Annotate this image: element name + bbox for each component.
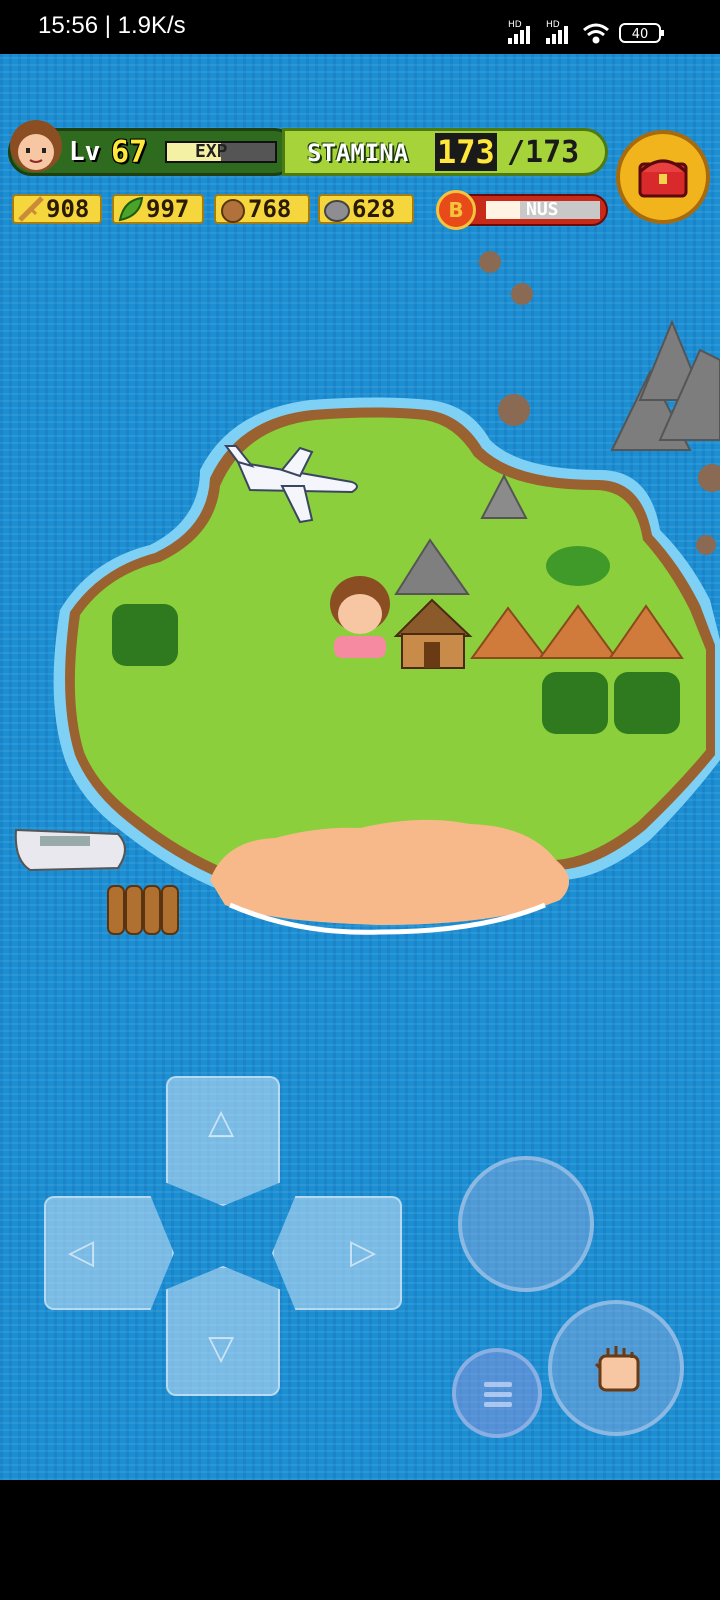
resource-wood-value: 908 xyxy=(46,195,90,223)
stamina-current: 173 xyxy=(435,133,497,171)
bonus-bar[interactable]: B NUS xyxy=(436,190,608,230)
dirt-mounds xyxy=(470,604,684,659)
stone-icon xyxy=(324,200,350,222)
battery-level: 40 xyxy=(632,27,649,42)
dpad-down[interactable]: ▽ xyxy=(166,1266,280,1396)
wood-stick-icon xyxy=(18,196,44,222)
dpad-up[interactable]: △ xyxy=(166,1076,280,1206)
raft xyxy=(107,885,179,935)
menu-icon xyxy=(484,1382,512,1407)
resource-food: 768 xyxy=(214,194,310,224)
resource-stone-value: 628 xyxy=(352,195,396,223)
dpad-down-arrow: ▽ xyxy=(208,1328,235,1368)
battery-icon: 40 xyxy=(619,23,664,43)
treasure-chest-icon xyxy=(638,159,688,198)
fist-icon xyxy=(594,1346,640,1392)
resource-wood: 908 xyxy=(12,194,102,224)
bonus-fill xyxy=(486,201,521,219)
avatar-face-icon xyxy=(10,120,62,172)
status-time: 15:56 | 1.9K/s xyxy=(38,12,186,39)
player-avatar[interactable] xyxy=(8,118,64,180)
resource-stone: 628 xyxy=(318,194,414,224)
action-button[interactable] xyxy=(548,1300,684,1436)
treasure-button[interactable] xyxy=(616,130,710,224)
level-label: Lv xyxy=(69,137,101,167)
level-value: 67 xyxy=(111,135,148,170)
bonus-label: NUS xyxy=(526,199,559,220)
wifi-icon xyxy=(583,23,609,44)
sea-rock-right-2 xyxy=(696,535,716,555)
sea-rock-right-1 xyxy=(698,464,720,492)
dpad-left-arrow: ◁ xyxy=(68,1232,95,1272)
status-bar: 15:56 | 1.9K/s HD HD 40 xyxy=(0,0,720,54)
resource-food-value: 768 xyxy=(248,195,292,223)
stamina-label: STAMINA xyxy=(307,139,409,167)
bonus-badge: B xyxy=(436,190,476,230)
network-hd-label-1: HD xyxy=(508,20,522,30)
dpad-right[interactable]: ▷ xyxy=(272,1196,402,1310)
dpad-right-arrow: ▷ xyxy=(350,1232,377,1272)
menu-button[interactable] xyxy=(452,1348,542,1438)
network-hd-label-2: HD xyxy=(546,20,560,30)
sea-mountains xyxy=(610,319,720,451)
resource-leaf: 997 xyxy=(112,194,204,224)
dpad-left[interactable]: ◁ xyxy=(44,1196,174,1310)
tree-left xyxy=(112,604,178,666)
food-bag-icon xyxy=(221,199,245,223)
leaf-icon xyxy=(118,196,144,222)
boat xyxy=(14,828,126,872)
bottom-bar xyxy=(0,1480,720,1600)
fern-bush xyxy=(546,546,610,586)
bonus-track: NUS xyxy=(486,199,600,220)
sea-rock-small-1 xyxy=(479,251,501,273)
secondary-action-button[interactable] xyxy=(458,1156,594,1292)
stamina-max: /173 xyxy=(507,135,580,170)
player-character xyxy=(330,576,390,658)
resource-leaf-value: 997 xyxy=(146,195,190,223)
sea-rock-medium xyxy=(498,394,530,426)
status-icons: HD HD 40 xyxy=(508,20,664,44)
dpad-up-arrow: △ xyxy=(208,1102,235,1142)
exp-label: EXP xyxy=(195,141,228,162)
sea-rock-small-2 xyxy=(511,283,533,305)
exp-track: EXP xyxy=(165,141,277,163)
stamina-bar: STAMINA 173 /173 xyxy=(282,128,608,176)
